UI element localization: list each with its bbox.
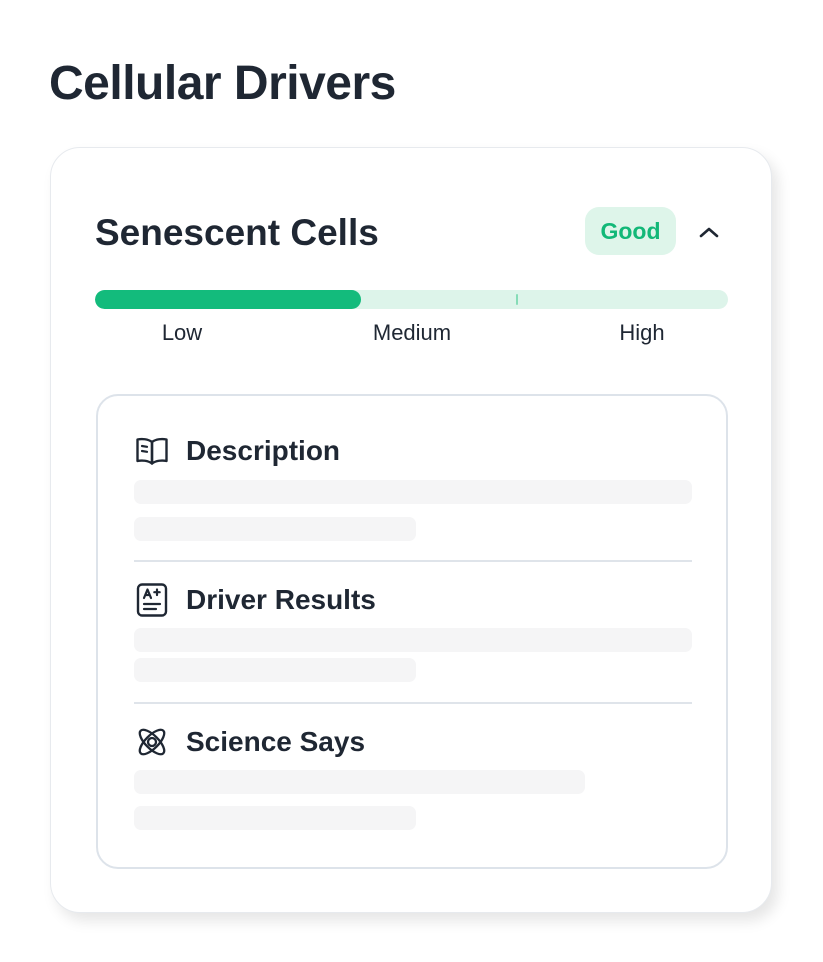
page-title: Cellular Drivers — [49, 57, 396, 110]
driver-card: Senescent Cells Good Low Medium High Des… — [50, 147, 772, 913]
section-title: Description — [186, 435, 341, 466]
level-bar-fill — [95, 290, 361, 309]
skeleton-line — [134, 628, 692, 652]
section-driver-results: Driver Results — [134, 582, 692, 692]
open-book-icon — [134, 433, 170, 469]
section-title: Driver Results — [186, 584, 376, 615]
section-description: Description — [134, 433, 692, 543]
status-badge: Good — [585, 207, 676, 255]
collapse-button[interactable] — [689, 214, 729, 250]
section-science-says: Science Says — [134, 724, 692, 834]
section-header: Science Says — [134, 724, 365, 760]
section-header: Driver Results — [134, 582, 376, 618]
level-bar — [95, 290, 728, 309]
level-marker — [516, 294, 518, 305]
skeleton-line — [134, 517, 416, 541]
results-report-icon — [134, 582, 170, 618]
card-title: Senescent Cells — [95, 212, 379, 253]
section-header: Description — [134, 433, 340, 469]
details-panel: Description Driver Results Science Says — [96, 394, 728, 869]
level-label-high: High — [619, 320, 665, 345]
skeleton-line — [134, 770, 585, 794]
section-title: Science Says — [186, 726, 366, 757]
skeleton-line — [134, 658, 416, 682]
chevron-up-icon — [699, 227, 719, 238]
level-label-medium: Medium — [372, 320, 452, 345]
skeleton-line — [134, 480, 692, 504]
atom-icon — [134, 724, 170, 760]
level-label-low: Low — [161, 320, 203, 345]
divider — [134, 702, 692, 704]
divider — [134, 560, 692, 562]
skeleton-line — [134, 806, 416, 830]
